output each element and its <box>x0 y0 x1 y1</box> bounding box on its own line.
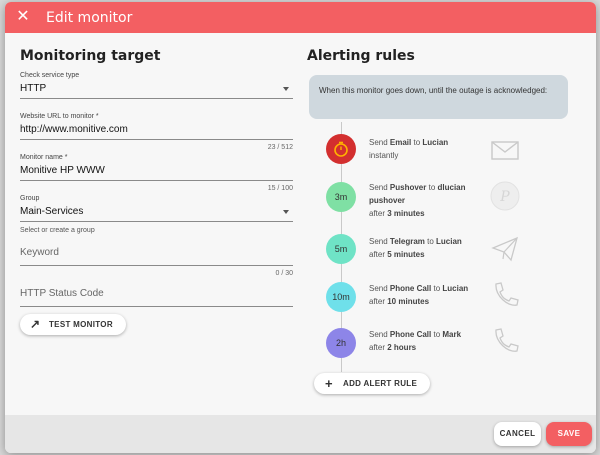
field-underline <box>20 306 293 307</box>
rule-person: Lucian <box>442 284 469 293</box>
service-type-select[interactable]: Check service type HTTP <box>20 72 293 99</box>
add-alert-rule-button[interactable]: + ADD ALERT RULE <box>314 373 430 394</box>
rule-channel: Telegram <box>389 237 425 246</box>
rule-channel: Phone Call <box>389 330 432 339</box>
alerting-rules-title: Alerting rules <box>307 48 415 64</box>
field-underline <box>20 139 293 140</box>
rule-badge: 3m <box>326 182 356 212</box>
edit-monitor-dialog: ✕ Edit monitor Monitoring target Check s… <box>5 2 596 453</box>
add-alert-rule-label: ADD ALERT RULE <box>343 379 418 388</box>
close-icon[interactable]: ✕ <box>13 7 33 27</box>
rule-channel: Email <box>389 138 412 147</box>
service-type-value: HTTP <box>20 83 47 94</box>
http-status-code-field[interactable]: HTTP Status Code <box>20 288 293 307</box>
rule-when: 5 minutes <box>387 250 425 259</box>
rule-text-4: Send Phone Call to Lucian after 10 minute… <box>369 284 469 306</box>
rule-when: instantly <box>369 151 399 160</box>
rule-text-2: Send Pushover to dlucian pushover after 3… <box>369 183 466 218</box>
rule-person: Lucian <box>436 237 462 246</box>
monitoring-target-title: Monitoring target <box>20 48 161 64</box>
keyword-field[interactable]: Keyword 0 / 30 <box>20 247 293 277</box>
rule-badge: 5m <box>326 234 356 264</box>
field-underline <box>20 265 293 266</box>
service-type-label: Check service type <box>20 72 80 79</box>
plus-icon: + <box>325 376 333 391</box>
group-value: Main-Services <box>20 206 84 217</box>
keyword-counter: 0 / 30 <box>275 270 293 277</box>
group-label: Group <box>20 195 40 202</box>
chevron-down-icon <box>283 87 289 91</box>
rule-text-3: Send Telegram to Lucian after 5 minutes <box>369 237 462 259</box>
rule-person: Lucian <box>422 138 449 147</box>
rule-when: 10 minutes <box>387 297 430 306</box>
arrow-up-right-icon: ↗ <box>30 317 41 331</box>
field-underline <box>20 221 293 222</box>
group-select[interactable]: Group Main-Services Select or create a g… <box>20 195 293 234</box>
chevron-down-icon <box>283 210 289 214</box>
rule-badge-instant <box>326 134 356 164</box>
dialog-title: Edit monitor <box>46 10 133 26</box>
rule-channel: Phone Call <box>389 284 432 293</box>
field-underline <box>20 180 293 181</box>
dialog-header: ✕ Edit monitor <box>5 2 596 33</box>
stopwatch-icon <box>334 141 348 157</box>
save-button[interactable]: SAVE <box>546 422 592 446</box>
website-url-label: Website URL to monitor * <box>20 113 99 120</box>
website-url-field[interactable]: Website URL to monitor * http://www.moni… <box>20 113 293 151</box>
svg-text:P: P <box>499 189 510 205</box>
phone-icon <box>490 326 520 356</box>
rule-badge: 2h <box>326 328 356 358</box>
monitor-name-label: Monitor name * <box>20 154 68 161</box>
website-url-value: http://www.monitive.com <box>20 124 128 135</box>
email-icon <box>490 136 520 166</box>
rule-text-5: Send Phone Call to Mark after 2 hours <box>369 330 462 352</box>
test-monitor-label: TEST MONITOR <box>49 320 113 329</box>
alerting-callout: When this monitor goes down, until the o… <box>309 75 568 119</box>
rule-badge: 10m <box>326 282 356 312</box>
dialog-footer: CANCEL SAVE <box>5 415 596 453</box>
monitor-name-counter: 15 / 100 <box>267 185 293 192</box>
telegram-icon <box>490 234 520 264</box>
rule-channel: Pushover <box>389 183 427 192</box>
test-monitor-button[interactable]: ↗ TEST MONITOR <box>20 314 126 335</box>
monitor-name-value: Monitive HP WWW <box>20 165 105 176</box>
rule-person: Mark <box>442 330 462 339</box>
rule-text-1: Send Email to Lucian instantly <box>369 138 449 160</box>
rule-when: 2 hours <box>387 343 417 352</box>
keyword-placeholder: Keyword <box>20 247 59 258</box>
group-hint: Select or create a group <box>20 227 95 234</box>
pushover-icon: P <box>490 181 520 211</box>
http-status-code-placeholder: HTTP Status Code <box>20 288 104 299</box>
monitor-name-field[interactable]: Monitor name * Monitive HP WWW 15 / 100 <box>20 154 293 192</box>
rule-when: 3 minutes <box>387 209 425 218</box>
phone-icon <box>490 280 520 310</box>
field-underline <box>20 98 293 99</box>
website-url-counter: 23 / 512 <box>267 144 293 151</box>
cancel-button[interactable]: CANCEL <box>494 422 541 446</box>
